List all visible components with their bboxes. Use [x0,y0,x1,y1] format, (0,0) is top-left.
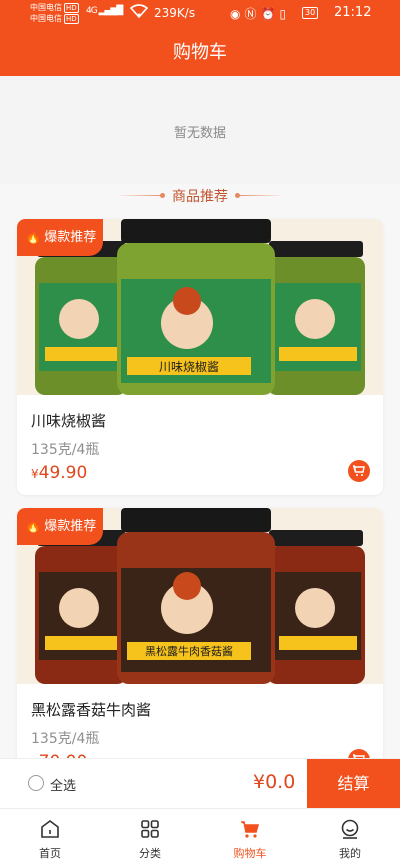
nfc-icon: Ⓝ [244,7,261,21]
cart-empty-state: 暂无数据 [0,76,400,184]
product-name[interactable]: 川味烧椒酱 [31,410,106,431]
tab-label: 分类 [139,847,161,860]
badge-label: 爆款推荐 [44,230,97,245]
jar-center: 川味烧椒酱 [117,219,275,395]
total-price: ¥0.0 [253,771,296,793]
carrier-2: 中国电信 [30,14,62,23]
product-card[interactable]: 黑松露牛肉香菇酱 🔥爆款推荐 黑松露香菇牛肉酱 135克/4瓶 ¥70.00 [17,508,383,784]
jar-label-text: 川味烧椒酱 [159,359,219,374]
tab-profile[interactable]: 我的 [300,809,400,866]
recommend-section: 商品推荐 川味烧椒酱 🔥 爆款推荐 川味烧椒酱 135克/4瓶 ¥49.90 黑… [0,184,400,784]
tab-category[interactable]: 分类 [100,809,200,866]
add-to-cart-button[interactable] [348,460,370,482]
app-header: 中国电信 HD 中国电信 HD 4G ▂▄▆█ 239K/s ◉Ⓝ⏰▯ 30 21:… [0,0,400,76]
currency-symbol: ¥ [31,467,39,481]
carrier-1: 中国电信 [30,3,62,12]
alarm-icon: ⏰ [260,7,280,21]
battery-icon: 30 [302,7,319,19]
cart-icon [353,465,365,476]
flame-icon: 🔥 [25,519,42,534]
product-spec: 135克/4瓶 [31,442,100,458]
status-bar: 中国电信 HD 中国电信 HD 4G ▂▄▆█ 239K/s ◉Ⓝ⏰▯ 30 21:… [0,0,400,28]
recommend-title: 商品推荐 [172,189,228,205]
jar-left [35,530,127,684]
clock: 21:12 [334,5,372,20]
badge-label: 爆款推荐 [44,519,97,534]
jar-label-text: 黑松露牛肉香菇酱 [145,644,233,658]
tab-home[interactable]: 首页 [0,809,100,866]
hot-badge: 🔥 爆款推荐 [17,508,103,545]
product-price: ¥49.90 [31,463,87,483]
select-all-label[interactable]: 全选 [50,775,76,794]
tab-label: 首页 [39,847,61,860]
status-icons: ◉Ⓝ⏰▯ [230,5,290,22]
recommend-header: 商品推荐 [0,184,400,208]
jar-right [267,241,365,395]
product-spec: 135克/4瓶 [31,731,100,747]
hd-badge: HD [64,14,79,24]
tab-cart[interactable]: 购物车 [200,809,300,866]
home-icon [41,820,59,838]
battery-level: 30 [305,8,316,17]
empty-text: 暂无数据 [173,126,226,141]
product-image[interactable]: 川味烧椒酱 🔥 爆款推荐 [17,219,383,395]
vibrate-icon: ▯ [279,7,291,21]
flame-icon: 🔥 [25,230,42,245]
jar-right [267,530,365,684]
product-name[interactable]: 黑松露香菇牛肉酱 [31,699,151,720]
bottom-tab-bar: 首页 分类 购物车 我的 [0,808,400,866]
tab-label: 购物车 [233,847,267,860]
eye-icon: ◉ [230,7,245,21]
hd-badge: HD [64,3,79,13]
product-card[interactable]: 川味烧椒酱 🔥 爆款推荐 川味烧椒酱 135克/4瓶 ¥49.90 [17,219,383,495]
profile-icon [341,819,359,839]
select-all-checkbox[interactable] [28,775,44,791]
hot-badge: 🔥 爆款推荐 [17,219,103,256]
cart-icon [241,821,260,838]
category-grid-icon [141,820,159,838]
wifi-icon [129,4,149,21]
network-speed: 239K/s [154,6,196,20]
divider-right [236,195,284,196]
carrier-info: 中国电信 HD 中国电信 HD [30,2,79,24]
jar-left [35,241,127,395]
signal-icon: 4G ▂▄▆█ [86,6,123,16]
checkout-bar: 全选 ¥0.0 结算 [0,758,400,809]
checkout-button[interactable]: 结算 [307,759,400,809]
network-type: 4G [86,6,98,16]
product-image[interactable]: 黑松露牛肉香菇酱 🔥 爆款推荐 [17,508,383,684]
page-title: 购物车 [173,42,227,63]
price-value: 49.90 [38,463,88,483]
tab-label: 我的 [339,847,361,860]
jar-center: 黑松露牛肉香菇酱 [117,508,275,684]
